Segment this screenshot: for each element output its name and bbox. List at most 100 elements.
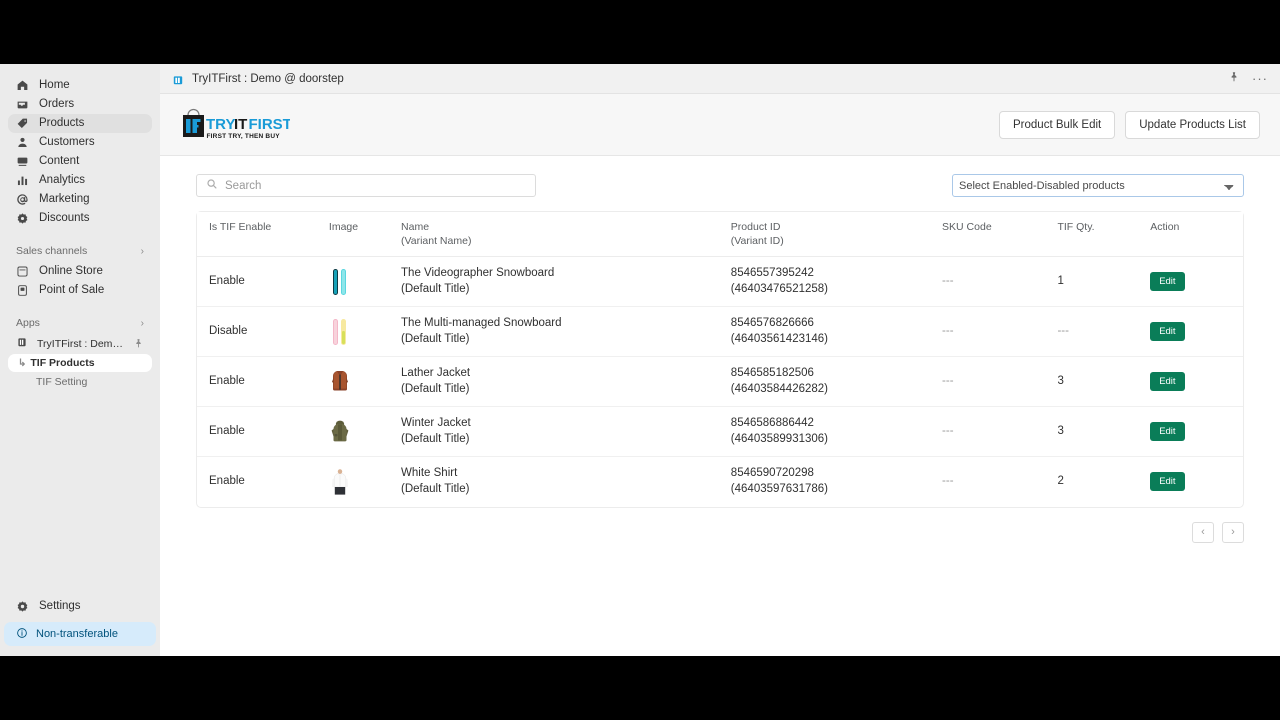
- discounts-icon: [16, 212, 29, 225]
- sidebar-section-sales-channels[interactable]: Sales channels ›: [0, 242, 160, 260]
- tryitfirst-app-icon: [172, 73, 184, 85]
- variant-id: (46403476521258): [730, 282, 828, 295]
- sidebar-item-label: Discounts: [39, 212, 90, 224]
- tryitfirst-app-icon: [16, 336, 28, 351]
- cell-image: [328, 406, 402, 458]
- pagination-next-button[interactable]: ›: [1222, 521, 1244, 543]
- sidebar-item-point-of-sale[interactable]: Point of Sale: [8, 281, 152, 300]
- cell-name: White Shirt (Default Title): [401, 457, 731, 507]
- edit-button[interactable]: Edit: [1150, 272, 1185, 292]
- more-horizontal-icon[interactable]: ···: [1252, 72, 1268, 85]
- cell-sku: ---: [942, 306, 1058, 358]
- cell-qty: 3: [1057, 406, 1151, 458]
- sidebar-item-settings[interactable]: Settings: [0, 597, 160, 616]
- cell-sku: ---: [942, 256, 1058, 308]
- analytics-icon: [16, 174, 29, 187]
- table-row: Enable: [197, 457, 1243, 507]
- status-badge[interactable]: Non-transferable: [4, 622, 156, 646]
- product-name: Winter Jacket: [401, 417, 471, 430]
- sidebar-item-tif-products[interactable]: ↳ TIF Products: [8, 354, 152, 372]
- sidebar-item-label: Orders: [39, 98, 75, 110]
- sidebar-app-label: TryITFirst : Demo @ d...: [37, 337, 124, 350]
- sidebar-item-label: Home: [39, 79, 70, 91]
- product-thumbnail-snowboard-pink: [332, 318, 346, 345]
- app-titlebar: TryITFirst : Demo @ doorstep ···: [160, 64, 1280, 94]
- cell-product-id: 8546576826666 (46403561423146): [730, 306, 943, 358]
- product-name: The Videographer Snowboard: [401, 267, 555, 280]
- sidebar-item-home[interactable]: Home: [8, 76, 152, 95]
- cell-qty: 1: [1057, 256, 1151, 308]
- sidebar-item-analytics[interactable]: Analytics: [8, 171, 152, 190]
- content-icon: [16, 155, 29, 168]
- sidebar-item-online-store[interactable]: Online Store: [8, 262, 152, 281]
- variant-name: (Default Title): [401, 382, 470, 395]
- sidebar-item-orders[interactable]: Orders: [8, 95, 152, 114]
- point-of-sale-icon: [16, 284, 29, 297]
- orders-icon: [16, 98, 29, 111]
- svg-text:FIRST TRY, THEN BUY: FIRST TRY, THEN BUY: [207, 133, 281, 140]
- apps-label: Apps: [16, 317, 40, 329]
- edit-button[interactable]: Edit: [1150, 372, 1185, 392]
- enabled-disabled-filter-select[interactable]: Select Enabled-Disabled products Enabled…: [952, 174, 1244, 197]
- sidebar-item-label: Content: [39, 155, 80, 167]
- cell-action: Edit: [1150, 457, 1243, 507]
- cell-image: [328, 256, 402, 308]
- edit-button[interactable]: Edit: [1150, 422, 1185, 442]
- table-row: Enable Lather Jacket (Default Title) 854…: [197, 356, 1243, 408]
- pin-icon[interactable]: [1228, 70, 1240, 88]
- col-title: Name: [401, 221, 430, 233]
- sidebar-item-discounts[interactable]: Discounts: [8, 209, 152, 228]
- variant-name: (Default Title): [401, 432, 470, 445]
- variant-id: (46403597631786): [730, 482, 828, 495]
- products-icon: [16, 117, 29, 130]
- sales-channels-label: Sales channels: [16, 245, 88, 257]
- sidebar-section-apps[interactable]: Apps ›: [0, 314, 160, 332]
- chevron-right-icon: ›: [140, 317, 144, 329]
- cell-action: Edit: [1150, 406, 1243, 458]
- col-title: Action: [1150, 221, 1180, 233]
- table-row: Disable The Multi-managed Snowboard (Def…: [197, 306, 1243, 358]
- sidebar-item-products[interactable]: Products: [8, 114, 152, 133]
- col-image: Image: [328, 212, 402, 258]
- update-products-list-button[interactable]: Update Products List: [1125, 110, 1260, 139]
- variant-id: (46403584426282): [730, 382, 828, 395]
- search-input[interactable]: [196, 174, 536, 197]
- product-id: 8546590720298: [730, 467, 814, 480]
- sidebar-item-marketing[interactable]: Marketing: [8, 190, 152, 209]
- col-is-tif-enable: Is TIF Enable: [197, 212, 329, 258]
- edit-button[interactable]: Edit: [1150, 472, 1185, 492]
- table-head: Is TIF Enable Image Name (Variant Name): [197, 212, 1243, 258]
- cell-product-id: 8546590720298 (46403597631786): [731, 457, 942, 507]
- edit-button[interactable]: Edit: [1150, 322, 1185, 342]
- customers-icon: [16, 136, 29, 149]
- cell-state: Enable: [197, 356, 329, 408]
- col-action: Action: [1150, 212, 1243, 258]
- pagination: ‹ ›: [160, 521, 1244, 543]
- product-bulk-edit-button[interactable]: Product Bulk Edit: [999, 110, 1116, 139]
- sidebar-item-tif-setting[interactable]: TIF Setting: [8, 373, 152, 391]
- home-icon: [16, 79, 29, 92]
- variant-name: (Default Title): [401, 282, 470, 295]
- product-thumbnail-white-shirt: [332, 469, 348, 495]
- pin-icon[interactable]: [133, 338, 144, 349]
- sidebar-item-customers[interactable]: Customers: [8, 133, 152, 152]
- product-id: 8546557395242: [730, 267, 814, 280]
- cell-state: Disable: [197, 306, 329, 358]
- marketing-icon: [16, 193, 29, 206]
- pagination-prev-button[interactable]: ‹: [1192, 521, 1214, 543]
- sidebar-subitem-label: TIF Products: [30, 357, 95, 369]
- sidebar-item-label: Online Store: [39, 265, 103, 277]
- col-title: SKU Code: [942, 221, 992, 233]
- cell-product-id: 8546557395242 (46403476521258): [730, 256, 943, 308]
- variant-name: (Default Title): [401, 482, 470, 495]
- cell-product-id: 8546586886442 (46403589931306): [730, 406, 943, 458]
- status-badge-label: Non-transferable: [36, 628, 118, 640]
- product-thumbnail-leather-jacket: [331, 370, 348, 391]
- product-id: 8546576826666: [730, 317, 814, 330]
- cell-state: Enable: [197, 406, 329, 458]
- sidebar-item-content[interactable]: Content: [8, 152, 152, 171]
- product-id: 8546585182506: [730, 367, 814, 380]
- online-store-icon: [16, 265, 29, 278]
- sidebar-app-tryitfirst[interactable]: TryITFirst : Demo @ d...: [8, 334, 152, 353]
- variant-name: (Default Title): [401, 332, 470, 345]
